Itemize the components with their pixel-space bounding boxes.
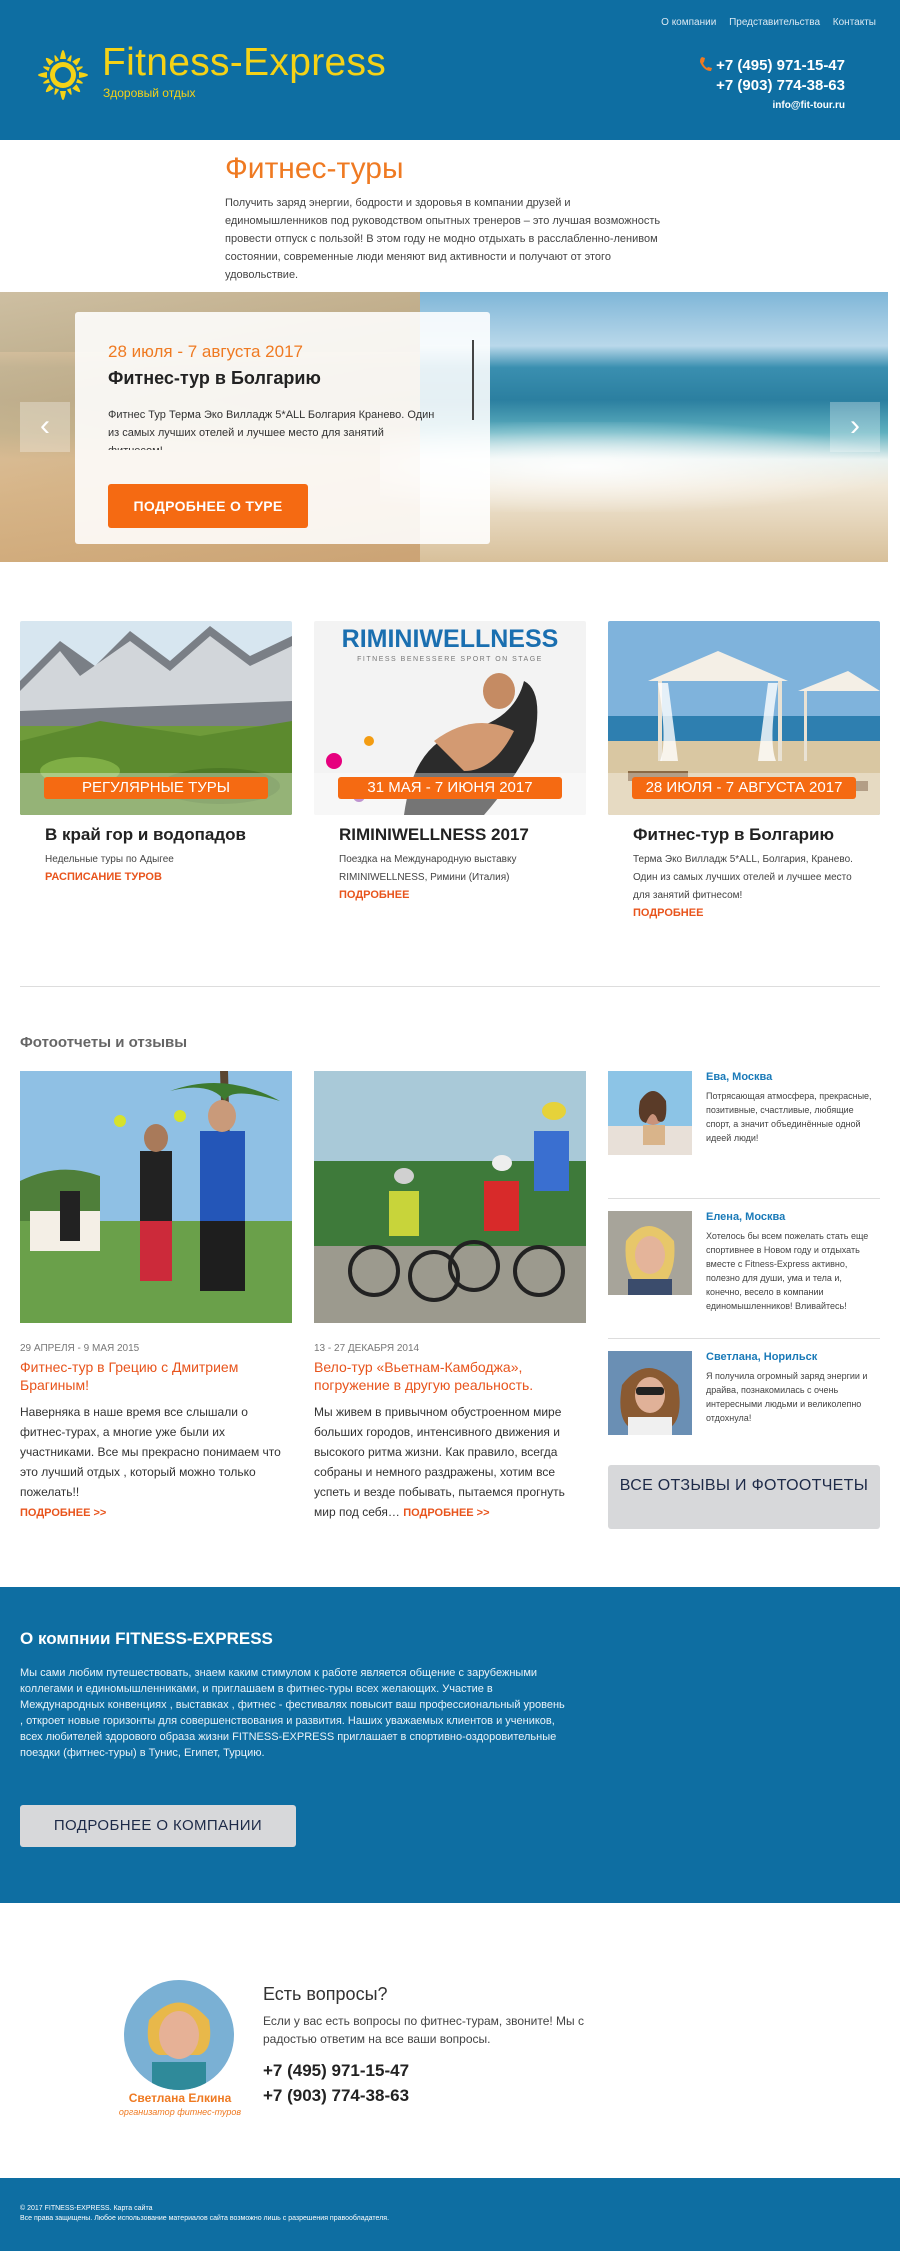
slide-text-scrollbar[interactable] <box>472 340 474 420</box>
about-section: О компнии FITNESS-EXPRESS Мы сами любим … <box>0 1587 900 1903</box>
report-image-vietnam[interactable] <box>314 1071 586 1323</box>
about-more-button[interactable]: ПОДРОБНЕЕ О КОМПАНИИ <box>20 1805 296 1847</box>
tour-schedule-link[interactable]: РАСПИСАНИЕ ТУРОВ <box>45 871 292 883</box>
report-date: 13 - 27 ДЕКАБРЯ 2014 <box>314 1343 420 1354</box>
footer-text: © 2017 FITNESS-EXPRESS. Карта сайта Все … <box>20 2204 389 2224</box>
review-avatar-image <box>608 1071 692 1155</box>
header-contacts: +7 (495) 971-15-47 +7 (903) 774-38-63 in… <box>700 56 845 111</box>
nav-link-about[interactable]: О компании <box>661 17 716 28</box>
footer-rights: Все права защищены. Любое использование … <box>20 2215 390 2222</box>
review-item: Елена, Москва Хотелось бы всем пожелать … <box>608 1211 880 1339</box>
report-more-link[interactable]: ПОДРОБНЕЕ >> <box>403 1507 489 1519</box>
slide-text: Фитнес Тур Терма Эко Вилладж 5*ALL Болга… <box>108 409 435 450</box>
tour-card[interactable]: РЕГУЛЯРНЫЕ ТУРЫ В край гор и водопадов Н… <box>20 621 292 883</box>
intro-section: Фитнес-туры Получить заряд энергии, бодр… <box>225 152 675 284</box>
review-text: Потрясающая атмосфера, прекрасные, позит… <box>706 1091 872 1143</box>
review-avatar[interactable] <box>608 1351 692 1435</box>
questions-phone-1[interactable]: +7 (495) 971-15-47 <box>263 2061 409 2081</box>
bike-tour-photo <box>314 1071 586 1323</box>
reports-heading: Фотоотчеты и отзывы <box>20 1034 188 1051</box>
review-text: Я получила огромный заряд энергии и драй… <box>706 1371 868 1423</box>
report-date: 29 АПРЕЛЯ - 9 МАЯ 2015 <box>20 1343 140 1354</box>
slide-card: 28 июля - 7 августа 2017 Фитнес-тур в Бо… <box>75 312 490 544</box>
review-avatar[interactable] <box>608 1071 692 1155</box>
report-title[interactable]: Вело-тур «Вьетнам-Камбоджа», погружение … <box>314 1358 586 1394</box>
logo-title: Fitness-Express <box>102 41 387 84</box>
tour-badge: 31 МАЯ - 7 ИЮНЯ 2017 <box>338 777 562 799</box>
slide-title: Фитнес-тур в Болгарию <box>108 368 321 388</box>
tour-more-link[interactable]: ПОДРОБНЕЕ <box>339 889 586 901</box>
report-more-link[interactable]: ПОДРОБНЕЕ >> <box>20 1507 106 1519</box>
sun-logo-icon <box>38 50 88 100</box>
report-text: Наверняка в наше время все слышали о фит… <box>20 1402 292 1523</box>
header-phone-2[interactable]: +7 (903) 774-38-63 <box>700 76 845 96</box>
logo-subtitle: Здоровый отдых <box>103 86 196 100</box>
tour-card[interactable]: RIMINIWELLNESS FITNESS BENESSERE SPORT O… <box>314 621 586 901</box>
tour-badge: РЕГУЛЯРНЫЕ ТУРЫ <box>44 777 268 799</box>
manager-role: организатор фитнес-туров <box>118 2107 242 2117</box>
review-author[interactable]: Светлана, Норильск <box>706 1351 817 1363</box>
report-image-greece[interactable] <box>20 1071 292 1323</box>
header-phone-1[interactable]: +7 (495) 971-15-47 <box>700 56 845 76</box>
manager-name: Светлана Елкина <box>128 2091 232 2105</box>
footer-copyright[interactable]: © 2017 FITNESS-EXPRESS. Карта сайта <box>20 2204 389 2214</box>
tour-image-mountains[interactable]: РЕГУЛЯРНЫЕ ТУРЫ <box>20 621 292 815</box>
slide-date: 28 июля - 7 августа 2017 <box>108 342 304 361</box>
manager-avatar <box>124 1980 234 2090</box>
report-text-body: Наверняка в наше время все слышали о фит… <box>20 1405 281 1499</box>
manager-photo <box>124 1980 234 2090</box>
site-header: О компании Представительства Контакты Fi… <box>0 0 900 140</box>
questions-text: Если у вас есть вопросы по фитнес-турам,… <box>263 2014 585 2046</box>
header-phone-1-text: +7 (495) 971-15-47 <box>716 57 845 74</box>
questions-phone-2[interactable]: +7 (903) 774-38-63 <box>263 2086 409 2106</box>
review-avatar[interactable] <box>608 1211 692 1295</box>
greece-fitness-photo <box>20 1071 292 1323</box>
site-footer: © 2017 FITNESS-EXPRESS. Карта сайта Все … <box>0 2178 900 2251</box>
tours-list: РЕГУЛЯРНЫЕ ТУРЫ В край гор и водопадов Н… <box>20 621 880 921</box>
report-card: 29 АПРЕЛЯ - 9 МАЯ 2015 Фитнес-тур в Грец… <box>20 1071 292 1523</box>
report-title[interactable]: Фитнес-тур в Грецию с Дмитрием Брагиным! <box>20 1358 292 1394</box>
report-text-body: Мы живем в привычном обустроенном мире б… <box>314 1405 565 1519</box>
questions-title: Есть вопросы? <box>263 1984 388 2004</box>
rimini-logo-subtext: FITNESS BENESSERE SPORT ON STAGE <box>357 656 543 663</box>
tour-title[interactable]: Фитнес-тур в Болгарию <box>633 825 880 845</box>
review-item: Ева, Москва Потрясающая атмосфера, прекр… <box>608 1071 880 1199</box>
review-avatar-image <box>608 1211 692 1295</box>
tour-description: Недельные туры по Адыгее <box>45 854 174 865</box>
slider-prev-arrow-icon[interactable]: ‹ <box>20 402 70 452</box>
phone-icon <box>700 57 713 71</box>
tour-details-button[interactable]: ПОДРОБНЕЕ О ТУРЕ <box>108 484 308 528</box>
page-title: Фитнес-туры <box>225 152 404 185</box>
header-email[interactable]: info@fit-tour.ru <box>700 100 845 111</box>
review-author[interactable]: Елена, Москва <box>706 1211 785 1223</box>
tour-description: Терма Эко Вилладж 5*ALL, Болгария, Кране… <box>633 854 853 901</box>
hero-slider: 28 июля - 7 августа 2017 Фитнес-тур в Бо… <box>0 292 888 562</box>
reviews-list: Ева, Москва Потрясающая атмосфера, прекр… <box>608 1071 880 1529</box>
intro-text: Получить заряд энергии, бодрости и здоро… <box>225 197 661 281</box>
report-text: Мы живем в привычном обустроенном мире б… <box>314 1402 586 1523</box>
nav-link-offices[interactable]: Представительства <box>729 17 820 28</box>
section-divider <box>20 986 880 987</box>
about-text: Мы сами любим путешествовать, знаем каки… <box>20 1667 565 1759</box>
review-text: Хотелось бы всем пожелать стать еще спор… <box>706 1231 869 1311</box>
tour-image-riminiwellness[interactable]: RIMINIWELLNESS FITNESS BENESSERE SPORT O… <box>314 621 586 815</box>
rimini-logo-text: RIMINIWELLNESS <box>342 625 559 653</box>
tour-description: Поездка на Международную выставку RIMINI… <box>339 854 517 883</box>
site-logo[interactable]: Fitness-Express Здоровый отдых <box>28 40 418 110</box>
review-item: Светлана, Норильск Я получила огромный з… <box>608 1351 880 1479</box>
tour-title[interactable]: RIMINIWELLNESS 2017 <box>339 825 586 845</box>
review-avatar-image <box>608 1351 692 1435</box>
about-title: О компнии FITNESS-EXPRESS <box>20 1629 273 1648</box>
tour-more-link[interactable]: ПОДРОБНЕЕ <box>633 907 880 919</box>
review-author[interactable]: Ева, Москва <box>706 1071 772 1083</box>
tour-title[interactable]: В край гор и водопадов <box>45 825 292 845</box>
nav-link-contacts[interactable]: Контакты <box>833 17 876 28</box>
tour-image-bulgaria[interactable]: 28 ИЮЛЯ - 7 АВГУСТА 2017 <box>608 621 880 815</box>
top-nav: О компании Представительства Контакты <box>651 17 876 28</box>
slider-next-arrow-icon[interactable]: › <box>830 402 880 452</box>
tour-badge: 28 ИЮЛЯ - 7 АВГУСТА 2017 <box>632 777 856 799</box>
all-reviews-button[interactable]: ВСЕ ОТЗЫВЫ И ФОТООТЧЕТЫ <box>608 1465 880 1529</box>
tour-card[interactable]: 28 ИЮЛЯ - 7 АВГУСТА 2017 Фитнес-тур в Бо… <box>608 621 880 919</box>
report-card: 13 - 27 ДЕКАБРЯ 2014 Вело-тур «Вьетнам-К… <box>314 1071 586 1523</box>
